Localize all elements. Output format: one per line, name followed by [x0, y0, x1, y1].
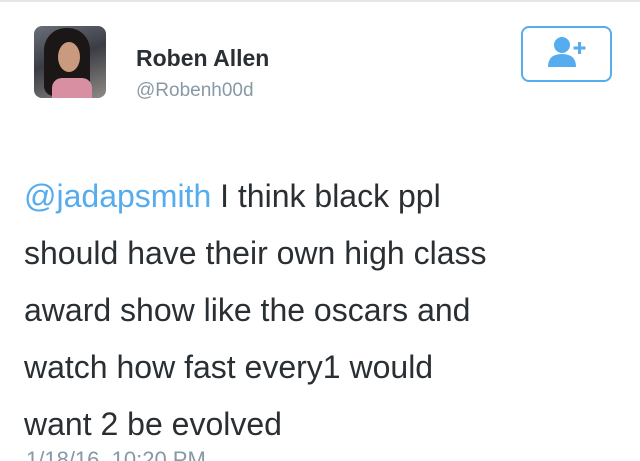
tweet-line-3: award show like the oscars and [24, 292, 471, 328]
follow-user-icon [545, 35, 589, 74]
user-handle[interactable]: @Robenh00d [136, 80, 254, 102]
tweet-text: @jadapsmith I think black ppl should have… [24, 168, 624, 453]
user-name[interactable]: Roben Allen [136, 45, 269, 72]
tweet-line-5: want 2 be evolved [24, 406, 282, 442]
tweet-line-4: watch how fast every1 would [24, 349, 434, 385]
tweet-timestamp[interactable]: 1/18/16, 10:20 PM [26, 447, 206, 461]
avatar-face [58, 42, 80, 72]
tweet-mention-link[interactable]: @jadapsmith [24, 178, 211, 214]
avatar-shirt [52, 78, 92, 98]
follow-button[interactable] [521, 26, 612, 82]
tweet-line-2: should have their own high class [24, 235, 487, 271]
tweet-line-1: I think black ppl [211, 178, 441, 214]
top-divider [0, 0, 640, 2]
avatar[interactable] [34, 26, 106, 98]
